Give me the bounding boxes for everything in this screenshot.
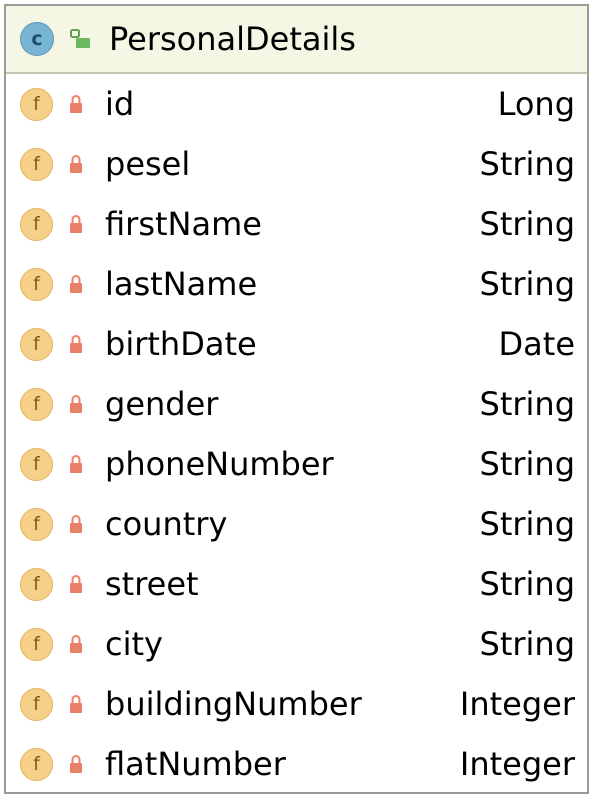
field-icon: f — [20, 627, 53, 661]
lock-icon — [70, 575, 82, 593]
field-icon: f — [20, 87, 53, 121]
field-row-city[interactable]: f city String — [6, 614, 587, 674]
field-name: id — [105, 85, 135, 123]
field-name: phoneNumber — [105, 445, 334, 483]
field-icon: f — [20, 327, 53, 361]
field-name: flatNumber — [105, 745, 286, 783]
field-row-lastName[interactable]: f lastName String — [6, 254, 587, 314]
field-type: String — [479, 385, 576, 423]
field-icon: f — [20, 507, 53, 541]
field-name: pesel — [105, 145, 191, 183]
lock-icon — [70, 455, 82, 473]
field-type: String — [479, 625, 576, 663]
uml-class-box[interactable]: c PersonalDetails f id Long f pesel Stri… — [4, 4, 589, 794]
field-type: Integer — [459, 685, 575, 723]
field-type: String — [479, 265, 576, 303]
field-type: Integer — [459, 745, 575, 783]
field-type: String — [479, 205, 576, 243]
lock-icon — [70, 275, 82, 293]
field-icon: f — [20, 687, 53, 721]
field-row-street[interactable]: f street String — [6, 554, 587, 614]
field-row-gender[interactable]: f gender String — [6, 374, 587, 434]
field-row-pesel[interactable]: f pesel String — [6, 134, 587, 194]
lock-icon — [70, 395, 82, 413]
lock-icon — [70, 755, 82, 773]
field-type: Long — [497, 85, 575, 123]
lock-icon — [70, 95, 82, 113]
field-name: buildingNumber — [105, 685, 362, 723]
field-row-flatNumber[interactable]: f flatNumber Integer — [6, 734, 587, 794]
class-name: PersonalDetails — [109, 20, 356, 58]
field-name: city — [105, 625, 163, 663]
lock-icon — [70, 515, 82, 533]
field-name: country — [105, 505, 228, 543]
field-name: firstName — [105, 205, 262, 243]
field-type: String — [479, 565, 576, 603]
field-row-id[interactable]: f id Long — [6, 74, 587, 134]
field-name: gender — [105, 385, 219, 423]
field-icon: f — [20, 387, 53, 421]
field-type: String — [479, 445, 576, 483]
field-icon: f — [20, 207, 53, 241]
field-icon: f — [20, 447, 53, 481]
class-header: c PersonalDetails — [6, 6, 587, 74]
field-icon: f — [20, 567, 53, 601]
field-row-firstName[interactable]: f firstName String — [6, 194, 587, 254]
field-icon: f — [20, 267, 53, 301]
field-row-birthDate[interactable]: f birthDate Date — [6, 314, 587, 374]
field-type: String — [479, 505, 576, 543]
lock-icon — [70, 215, 82, 233]
field-name: lastName — [105, 265, 258, 303]
field-name: street — [105, 565, 199, 603]
lock-icon — [70, 695, 82, 713]
field-icon: f — [20, 747, 53, 781]
field-list: f id Long f pesel String f firstName Str… — [6, 74, 587, 794]
lock-icon — [70, 155, 82, 173]
lock-icon — [70, 335, 82, 353]
field-name: birthDate — [105, 325, 257, 363]
field-row-country[interactable]: f country String — [6, 494, 587, 554]
class-icon: c — [20, 22, 54, 56]
field-icon: f — [20, 147, 53, 181]
field-type: Date — [498, 325, 575, 363]
public-visibility-icon — [70, 29, 90, 48]
field-row-phoneNumber[interactable]: f phoneNumber String — [6, 434, 587, 494]
lock-icon — [70, 635, 82, 653]
field-row-buildingNumber[interactable]: f buildingNumber Integer — [6, 674, 587, 734]
field-type: String — [479, 145, 576, 183]
